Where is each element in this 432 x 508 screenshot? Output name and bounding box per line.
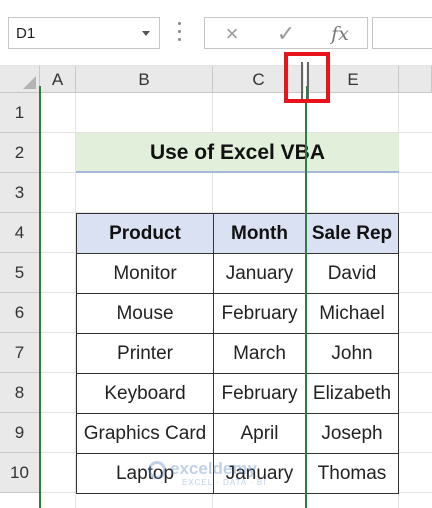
- row-header-2[interactable]: 2: [0, 133, 40, 173]
- table-cell[interactable]: John: [306, 334, 399, 374]
- table-cell[interactable]: Graphics Card: [77, 414, 214, 454]
- table-cell[interactable]: Keyboard: [77, 374, 214, 414]
- insert-function-icon[interactable]: fx: [323, 21, 357, 47]
- formula-buttons: × ✓ fx: [204, 17, 368, 49]
- column-header-a[interactable]: A: [40, 66, 76, 93]
- name-box-dropdown-icon[interactable]: [142, 31, 150, 36]
- row-header-7[interactable]: 7: [0, 333, 40, 373]
- table-cell[interactable]: Printer: [77, 334, 214, 374]
- table-cell[interactable]: Elizabeth: [306, 374, 399, 414]
- resize-guide-left: [39, 86, 41, 508]
- formula-bar: D1 × ✓ fx: [0, 0, 432, 66]
- formula-input[interactable]: [372, 17, 432, 49]
- table-cell[interactable]: January: [214, 454, 306, 494]
- table-cell[interactable]: David: [306, 254, 399, 294]
- resize-handle-highlight: [284, 52, 330, 103]
- table-header-sale-rep[interactable]: Sale Rep: [306, 214, 399, 254]
- enter-icon[interactable]: ✓: [269, 21, 303, 47]
- table-cell[interactable]: Thomas: [306, 454, 399, 494]
- data-table: Product Month Sale Rep Monitor January D…: [76, 213, 399, 494]
- name-box[interactable]: D1: [8, 17, 160, 49]
- select-all-button[interactable]: [0, 66, 40, 93]
- column-header-f[interactable]: [399, 66, 432, 93]
- table-header-product[interactable]: Product: [77, 214, 214, 254]
- table-cell[interactable]: April: [214, 414, 306, 454]
- formula-bar-grip-icon[interactable]: [178, 22, 182, 44]
- table-cell[interactable]: Laptop: [77, 454, 214, 494]
- row-header-9[interactable]: 9: [0, 413, 40, 453]
- table-cell[interactable]: February: [214, 294, 306, 334]
- row-header-5[interactable]: 5: [0, 253, 40, 293]
- name-box-value: D1: [16, 25, 36, 42]
- row-header-1[interactable]: 1: [0, 93, 40, 133]
- row-header-4[interactable]: 4: [0, 213, 40, 253]
- table-cell[interactable]: March: [214, 334, 306, 374]
- resize-guide-line: [305, 86, 307, 508]
- select-all-icon: [23, 76, 36, 89]
- table-cell[interactable]: Joseph: [306, 414, 399, 454]
- table-cell[interactable]: Michael: [306, 294, 399, 334]
- table-cell[interactable]: Mouse: [77, 294, 214, 334]
- table-header-month[interactable]: Month: [214, 214, 306, 254]
- table-cell[interactable]: January: [214, 254, 306, 294]
- cancel-icon[interactable]: ×: [215, 21, 249, 47]
- table-cell[interactable]: Monitor: [77, 254, 214, 294]
- column-header-b[interactable]: B: [76, 66, 213, 93]
- table-cell[interactable]: February: [214, 374, 306, 414]
- sheet-title-cell[interactable]: Use of Excel VBA: [76, 133, 399, 173]
- row-header-8[interactable]: 8: [0, 373, 40, 413]
- row-header-6[interactable]: 6: [0, 293, 40, 333]
- row-header-3[interactable]: 3: [0, 173, 40, 213]
- row-header-10[interactable]: 10: [0, 453, 40, 493]
